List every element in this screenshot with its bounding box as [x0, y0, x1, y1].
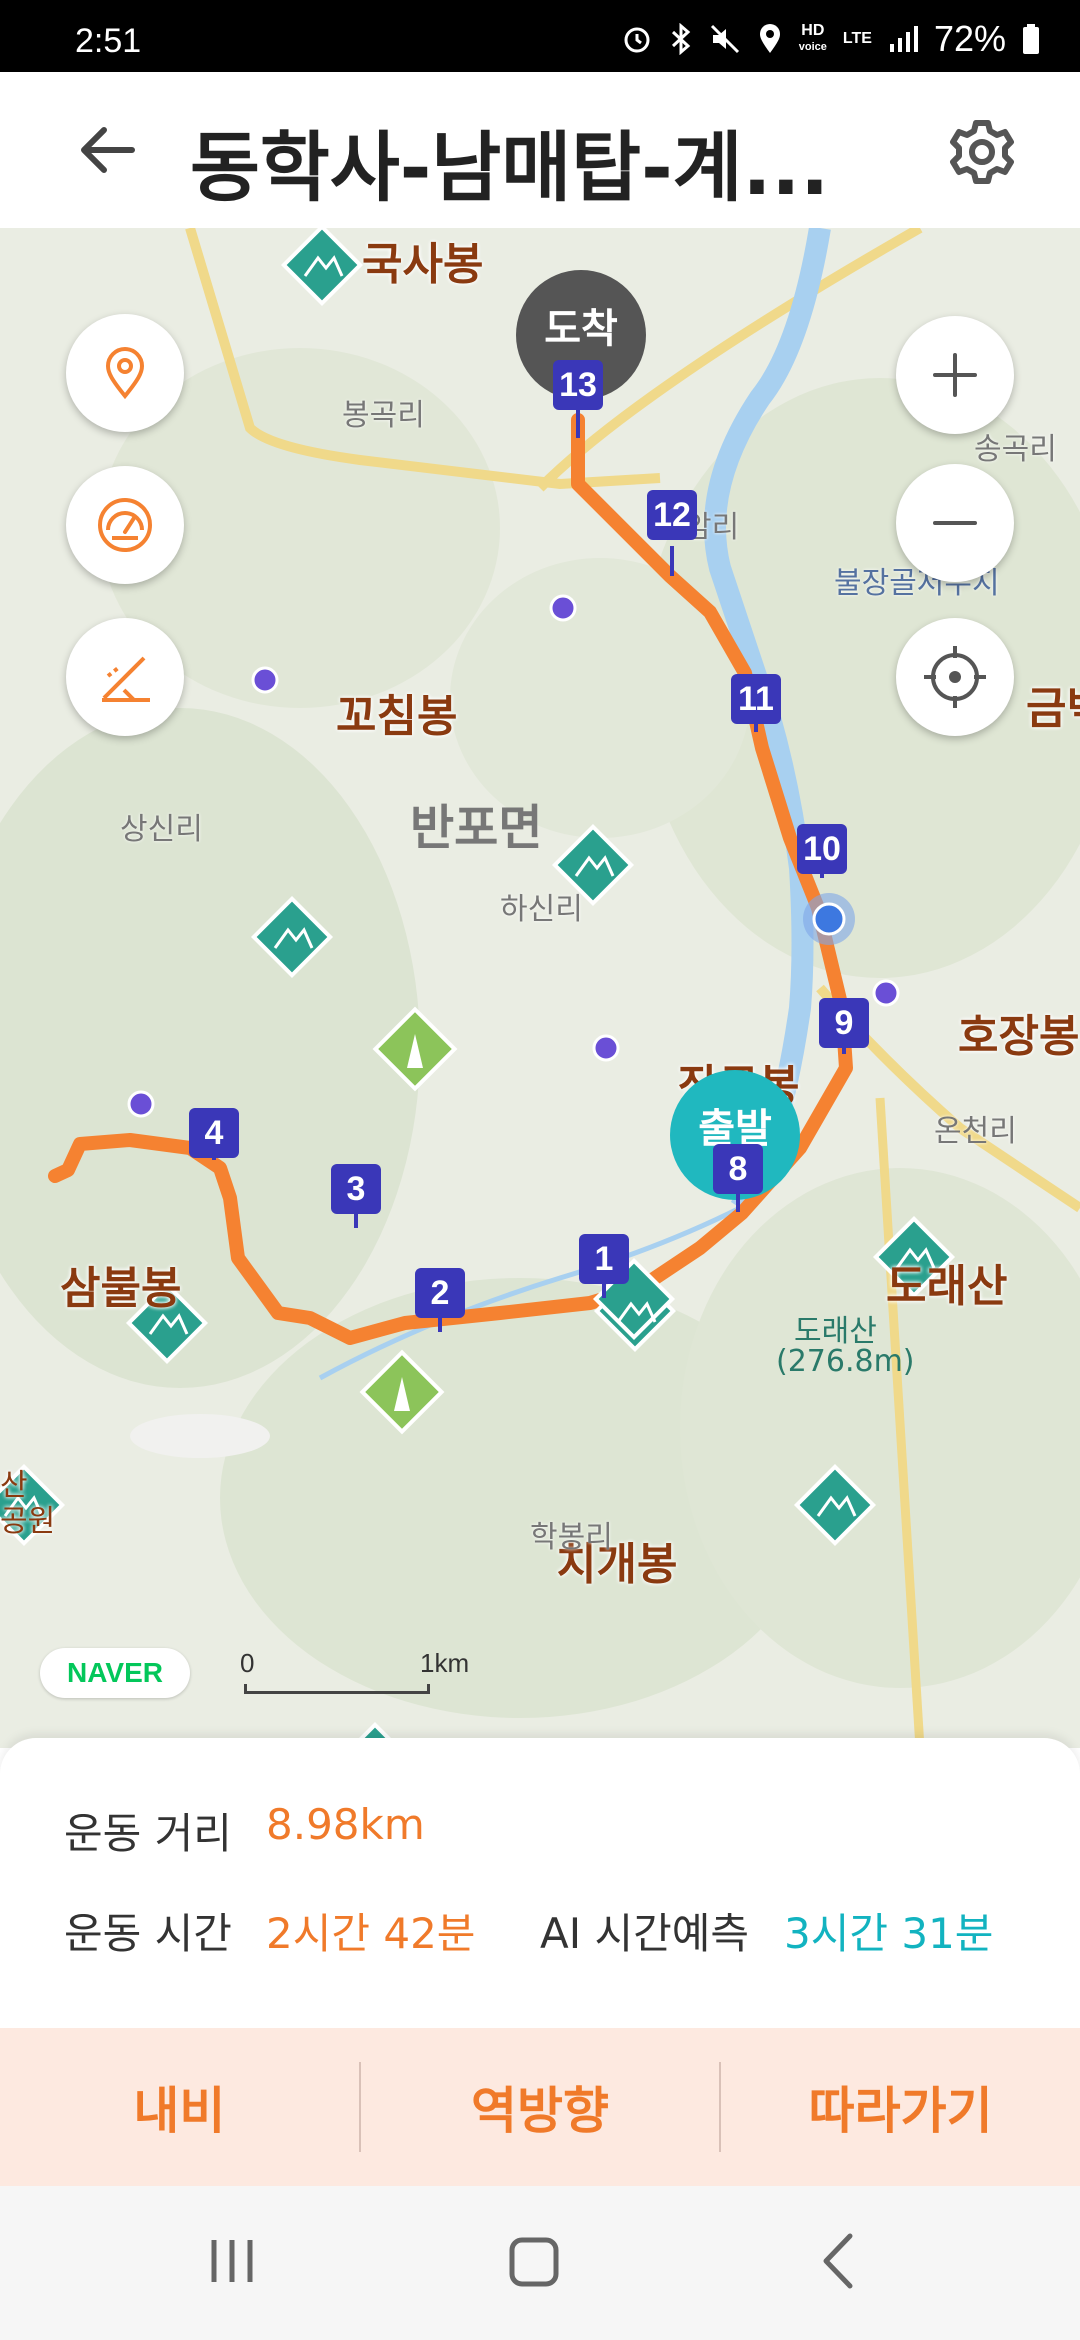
peak-label-guksabong: 국사봉 [362, 239, 484, 290]
zoom-out-icon [933, 521, 977, 525]
waypoint-10[interactable]: 10 [797, 824, 847, 874]
region-label: 반포면 [410, 800, 543, 856]
status-bar: 2:51 HD voice LTE 72% [0, 0, 1080, 72]
scale-bar [244, 1684, 430, 1694]
waypoint-1[interactable]: 1 [579, 1234, 629, 1284]
zoom-out-button[interactable] [896, 464, 1014, 582]
waypoint-13[interactable]: 13 [553, 360, 603, 410]
battery-percent: 72% [933, 18, 1006, 59]
signal-icon [889, 26, 918, 52]
poi-label-geumbyeok: 금벽 [1026, 683, 1080, 734]
navi-button[interactable]: 내비 [0, 2028, 359, 2186]
alarm-icon [624, 27, 650, 53]
poi-label-park: 공원 [0, 1504, 56, 1539]
map-scale: 0 1km [240, 1648, 469, 1694]
hd-label: HD [801, 22, 825, 39]
zoom-in-icon [933, 353, 977, 397]
scale-start-label: 0 [240, 1648, 255, 1678]
gear-icon[interactable] [946, 116, 1018, 188]
waypoint-9[interactable]: 9 [819, 998, 869, 1048]
elevation-button[interactable] [66, 618, 184, 736]
zoom-in-button[interactable] [896, 316, 1014, 434]
voice-label: voice [798, 41, 827, 53]
waypoint-2[interactable]: 2 [415, 1268, 465, 1318]
village-label-bonggokri: 봉곡리 [342, 398, 425, 433]
location-icon [759, 24, 780, 53]
recent-apps-icon[interactable] [192, 2226, 272, 2296]
speedometer-icon [98, 498, 152, 552]
battery-icon [1023, 24, 1039, 54]
mute-icon [710, 24, 739, 54]
ai-time-label: AI 시간예측 [540, 1909, 750, 1958]
time-value: 2시간 42분 [266, 1909, 476, 1958]
village-label-hasinri: 하신리 [500, 892, 583, 927]
route-stats-sheet: 운동 거리 8.98km 운동 시간 2시간 42분 AI 시간예측 3시간 3… [0, 1738, 1080, 2030]
waypoint-8[interactable]: 8 [713, 1144, 763, 1194]
arrow-left-icon[interactable] [70, 112, 146, 188]
ai-time-value: 3시간 31분 [784, 1909, 994, 1958]
distance-value: 8.98km [266, 1800, 425, 1849]
action-bar: 내비 역방향 따라가기 [0, 2028, 1080, 2186]
waypoint-12[interactable]: 12 [647, 490, 697, 540]
village-label-oncheonri: 온천리 [934, 1114, 1017, 1149]
waypoint-4[interactable]: 4 [189, 1108, 239, 1158]
peak-label-sambulbong: 삼불봉 [60, 1263, 182, 1314]
location-pin-icon [105, 347, 145, 400]
peak-label-kkochimbong: 꼬침봉 [336, 691, 458, 742]
my-location-button[interactable] [896, 618, 1014, 736]
peak-label-doraesan: 도래산 [886, 1261, 1008, 1312]
system-nav-bar [0, 2186, 1080, 2340]
bluetooth-icon [671, 23, 691, 55]
reverse-button[interactable]: 역방향 [361, 2028, 720, 2186]
peak-label-hojangbong: 호장봉 [958, 1011, 1080, 1062]
hd-voice-indicator: HD voice [799, 23, 827, 55]
status-icons: HD voice LTE 72% [621, 18, 1040, 60]
distance-label: 운동 거리 [64, 1809, 232, 1858]
waypoint-stem [576, 408, 580, 438]
speedometer-button[interactable] [66, 466, 184, 584]
location-pin-button[interactable] [66, 314, 184, 432]
back-icon[interactable] [800, 2226, 880, 2296]
naver-logo: NAVER [40, 1648, 190, 1698]
status-time: 2:51 [75, 22, 142, 60]
crosshair-icon [924, 646, 986, 708]
waypoint-3[interactable]: 3 [331, 1164, 381, 1214]
waypoint-stem [670, 546, 674, 576]
trail-map[interactable]: 국사봉 꼬침봉 호장봉 장군봉 삼불봉 도래산 치개봉 반포면 봉곡리 송곡리 … [0, 228, 1080, 1748]
village-label-songgokri: 송곡리 [974, 432, 1057, 467]
scale-end-label: 1km [420, 1648, 470, 1678]
follow-button[interactable]: 따라가기 [721, 2028, 1080, 2186]
time-label: 운동 시간 [64, 1909, 232, 1958]
village-label-hakbongri: 학봉리 [530, 1520, 613, 1555]
village-label-sangsinri: 상신리 [120, 812, 203, 847]
elevation-chart-icon [102, 656, 150, 702]
end-label: 도착 [544, 306, 618, 352]
page-title: 동학사-남매탑-계... [190, 123, 830, 212]
home-icon[interactable] [494, 2226, 574, 2296]
peak-detail-elevation: (276.8m) [776, 1344, 915, 1379]
app-header: 동학사-남매탑-계... [0, 72, 1080, 228]
lte-indicator: LTE [842, 30, 872, 47]
waypoint-11[interactable]: 11 [731, 674, 781, 724]
